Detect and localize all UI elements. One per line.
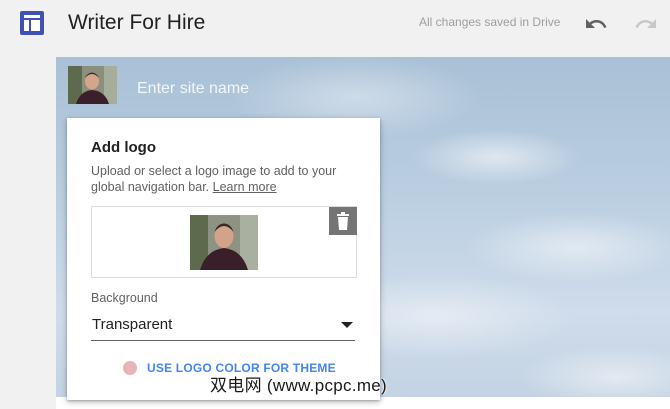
redo-button[interactable]: [634, 12, 658, 36]
logo-preview-box[interactable]: [91, 206, 357, 278]
sites-layout-icon[interactable]: [20, 11, 44, 35]
portrait-photo-icon[interactable]: [68, 66, 117, 104]
site-name-input[interactable]: [135, 77, 359, 101]
delete-logo-button[interactable]: [329, 207, 357, 235]
logo-image: [190, 215, 258, 270]
top-bar: Writer For Hire All changes saved in Dri…: [0, 0, 670, 48]
dropdown-arrow-icon: [341, 322, 353, 328]
panel-title: Add logo: [91, 139, 156, 156]
undo-icon: [586, 19, 607, 28]
panel-description: Upload or select a logo image to add to …: [91, 163, 361, 195]
page-title: Writer For Hire: [68, 11, 206, 34]
add-logo-panel: Add logo Upload or select a logo image t…: [67, 118, 380, 400]
undo-button[interactable]: [584, 12, 608, 36]
background-label: Background: [91, 291, 158, 305]
save-status: All changes saved in Drive: [419, 15, 561, 29]
learn-more-link[interactable]: Learn more: [213, 180, 277, 194]
redo-icon: [635, 19, 656, 28]
watermark: 双电网 (www.pcpc.me): [210, 376, 388, 395]
background-value: Transparent: [92, 316, 173, 333]
trash-icon: [337, 212, 349, 230]
background-select[interactable]: Transparent: [91, 310, 355, 341]
color-swatch-icon: [123, 361, 137, 375]
